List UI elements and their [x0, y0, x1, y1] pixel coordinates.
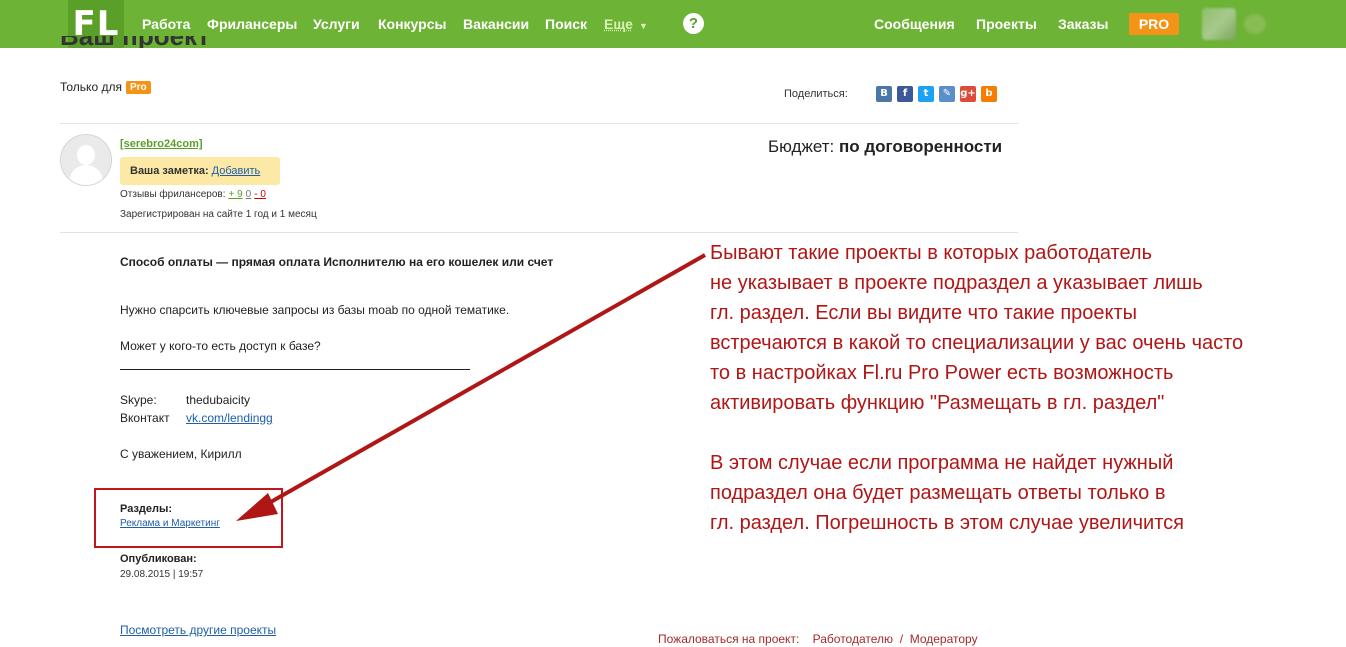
annotation-arrow-icon: [236, 253, 706, 521]
